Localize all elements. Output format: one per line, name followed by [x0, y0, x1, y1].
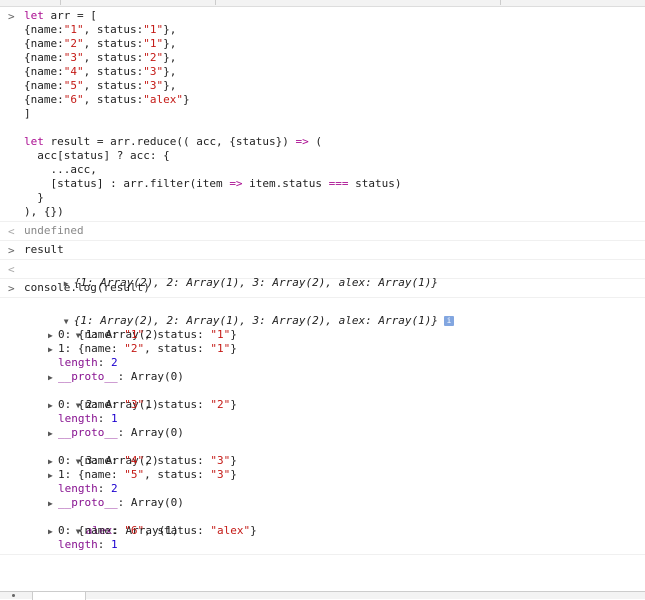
tree-item[interactable]: ▶ 1: {name: "2", status: "1"}	[24, 342, 645, 356]
tree-node-2[interactable]: ▼ 2: Array(1)	[24, 384, 645, 411]
code-line: {name:"3", status:"2"},	[24, 51, 177, 64]
expand-triangle-icon[interactable]: ▶	[48, 329, 58, 343]
console-input-entry: > console.log(result)	[0, 279, 645, 298]
expand-triangle-icon[interactable]: ▶	[48, 399, 58, 413]
code-line: {name:"5", status:"3"},	[24, 79, 177, 92]
expand-triangle-icon[interactable]: ▶	[48, 455, 58, 469]
console-input-entry: > let arr = [ {name:"1", status:"1"}, {n…	[0, 7, 645, 222]
console-log-entry: ▼ {1: Array(2), 2: Array(1), 3: Array(2),…	[0, 298, 645, 555]
length-row: length: 1	[58, 538, 118, 551]
code-line: {name:"4", status:"3"},	[24, 65, 177, 78]
input-prompt-icon: >	[8, 10, 15, 23]
tree-item[interactable]: ▶ 0: {name: "6", status: "alex"}	[24, 524, 645, 538]
menu-dots-icon[interactable]	[12, 594, 15, 597]
expand-triangle-icon[interactable]: ▶	[48, 497, 58, 511]
tree-item[interactable]: ▶ 1: {name: "5", status: "3"}	[24, 468, 645, 482]
devtools-toolbar	[0, 0, 645, 7]
expand-triangle-icon[interactable]: ▶	[48, 469, 58, 483]
code-line: {name:"1", status:"1"},	[24, 23, 177, 36]
length-row: length: 1	[58, 412, 118, 425]
result-arrow-icon: <	[8, 225, 15, 238]
undefined-value: undefined	[24, 224, 84, 237]
code-line: let arr = [	[24, 9, 97, 22]
code-line: let result = arr.reduce(( acc, {status})…	[24, 135, 323, 148]
length-row: length: 2	[58, 482, 118, 495]
input-prompt-icon: >	[8, 282, 15, 295]
console-result-entry: < ▶ {1: Array(2), 2: Array(1), 3: Array(2…	[0, 260, 645, 289]
toolbar-divider	[60, 0, 61, 5]
console-panel[interactable]: > let arr = [ {name:"1", status:"1"}, {n…	[0, 7, 645, 591]
expand-triangle-icon[interactable]: ▶	[48, 371, 58, 385]
console-input-entry: > result	[0, 241, 645, 260]
proto-row[interactable]: ▶ __proto__: Array(0)	[24, 496, 645, 510]
proto-row[interactable]: ▶ __proto__: Array(0)	[24, 370, 645, 384]
input-text: console.log(result)	[24, 281, 150, 294]
input-text: result	[24, 243, 64, 256]
expand-triangle-icon[interactable]: ▶	[48, 427, 58, 441]
proto-row[interactable]: ▶ __proto__: Array(0)	[24, 426, 645, 440]
code-line: ...acc,	[24, 163, 97, 176]
tree-item[interactable]: ▶ 0: {name: "1", status: "1"}	[24, 328, 645, 342]
result-arrow-icon: <	[8, 263, 15, 276]
input-prompt-icon: >	[8, 244, 15, 257]
info-icon[interactable]: i	[444, 316, 454, 326]
code-line: }	[24, 191, 44, 204]
tree-item[interactable]: ▶ 0: {name: "4", status: "3"}	[24, 454, 645, 468]
tree-node-alex[interactable]: ▼ alex: Array(1)	[24, 510, 645, 537]
object-summary: {1: Array(2), 2: Array(1), 3: Array(2), …	[73, 314, 438, 327]
console-result-entry: < undefined	[0, 222, 645, 241]
drawer-tab[interactable]	[32, 591, 86, 600]
code-line: ]	[24, 107, 31, 120]
collapse-triangle-icon[interactable]: ▼	[64, 315, 74, 329]
code-line: acc[status] ? acc: {	[24, 149, 170, 162]
object-summary-row[interactable]: ▼ {1: Array(2), 2: Array(1), 3: Array(2),…	[24, 300, 645, 327]
expand-triangle-icon[interactable]: ▶	[48, 343, 58, 357]
code-line: {name:"2", status:"1"},	[24, 37, 177, 50]
toolbar-divider	[500, 0, 501, 5]
tree-node-3[interactable]: ▼ 3: Array(2)	[24, 440, 645, 467]
expand-triangle-icon[interactable]: ▶	[48, 525, 58, 539]
tree-item[interactable]: ▶ 0: {name: "3", status: "2"}	[24, 398, 645, 412]
code-line: [status] : arr.filter(item => item.statu…	[24, 177, 402, 190]
length-row: length: 2	[58, 356, 118, 369]
code-line: ), {})	[24, 205, 64, 218]
object-summary-row[interactable]: ▶ {1: Array(2), 2: Array(1), 3: Array(2),…	[24, 262, 645, 289]
filter-box-edge	[215, 0, 216, 5]
code-line: {name:"6", status:"alex"}	[24, 93, 190, 106]
